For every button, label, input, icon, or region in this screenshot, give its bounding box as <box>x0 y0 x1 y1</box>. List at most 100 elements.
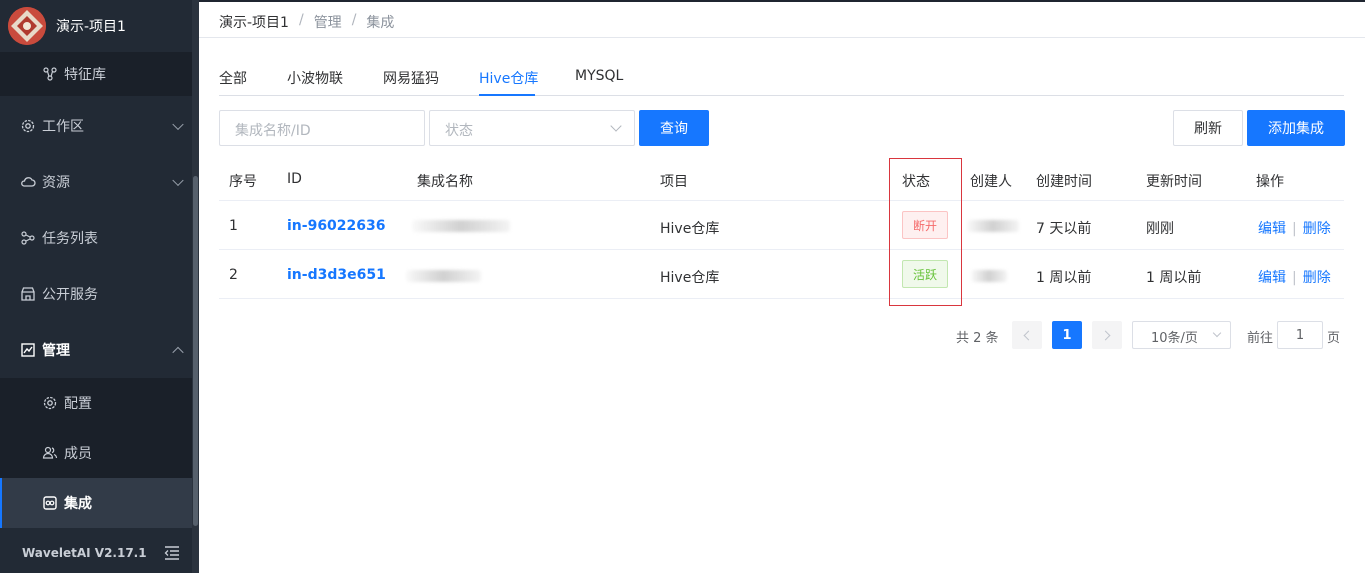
tab-netease-mammoth[interactable]: 网易猛犸 <box>383 68 439 88</box>
add-integration-button[interactable]: 添加集成 <box>1247 110 1345 146</box>
integration-id-link[interactable]: in-d3d3e651 <box>287 267 386 283</box>
refresh-button[interactable]: 刷新 <box>1173 110 1243 146</box>
breadcrumb-project[interactable]: 演示-项目1 <box>219 12 289 32</box>
blurred-creator <box>971 270 1007 282</box>
delete-link[interactable]: 删除 <box>1303 221 1331 237</box>
sidebar-item-label: 资源 <box>42 175 70 191</box>
delete-link[interactable]: 删除 <box>1303 270 1331 286</box>
query-button[interactable]: 查询 <box>639 110 709 146</box>
chevron-down-icon <box>610 120 622 132</box>
blurred-integration-name <box>412 220 510 232</box>
goto-page-input[interactable]: 1 <box>1277 321 1323 349</box>
users-icon <box>42 446 58 459</box>
column-header-actions: 操作 <box>1256 174 1284 190</box>
blurred-creator <box>967 220 1019 232</box>
sidebar-scrollbar[interactable] <box>192 0 199 573</box>
sidebar-item-workspace[interactable]: 工作区 <box>0 104 192 148</box>
breadcrumb-current: 集成 <box>366 15 395 31</box>
column-header-index: 序号 <box>229 174 257 190</box>
chevron-down-icon <box>172 174 184 187</box>
sidebar-item-label: 管理 <box>42 343 70 359</box>
breadcrumb-separator: / <box>298 12 304 28</box>
action-separator: | <box>1292 221 1297 237</box>
edit-link[interactable]: 编辑 <box>1258 221 1286 237</box>
column-header-creator: 创建人 <box>970 174 1012 190</box>
chevron-left-icon <box>1023 330 1034 340</box>
nodes-icon <box>43 67 57 81</box>
chevron-down-icon <box>1212 328 1222 338</box>
sidebar-item-integrations[interactable]: 集成 <box>0 478 192 528</box>
gear-icon <box>21 119 35 133</box>
row-updated-time: 1 周以前 <box>1146 270 1202 286</box>
blurred-integration-name <box>406 270 481 282</box>
row-project: Hive仓库 <box>660 270 720 286</box>
shop-icon <box>21 287 35 301</box>
integration-icon <box>43 496 57 510</box>
top-bar: 演示-项目1 / 管理 / 集成 <box>199 0 1365 38</box>
row-index: 1 <box>229 218 238 234</box>
row-actions: 编辑 | 删除 <box>1258 218 1331 238</box>
next-page-button[interactable] <box>1092 321 1122 349</box>
edit-link[interactable]: 编辑 <box>1258 270 1286 286</box>
chevron-down-icon <box>172 118 184 131</box>
row-created-time: 7 天以前 <box>1036 221 1092 237</box>
table-divider <box>219 298 1344 299</box>
sidebar-item-task-list[interactable]: 任务列表 <box>0 216 192 260</box>
breadcrumb-separator: / <box>351 12 357 28</box>
project-header[interactable]: 演示-项目1 <box>0 0 192 52</box>
sidebar-item-label: 工作区 <box>42 119 84 135</box>
page-suffix: 页 <box>1327 331 1341 346</box>
integration-type-tabs: 全部 小波物联 网易猛犸 Hive仓库 MYSQL <box>219 58 1344 96</box>
sidebar-item-config[interactable]: 配置 <box>0 378 192 428</box>
sidebar-item-feature-store[interactable]: 特征库 <box>0 52 192 96</box>
row-project: Hive仓库 <box>660 221 720 237</box>
project-logo <box>8 7 46 45</box>
page-number-current[interactable]: 1 <box>1052 321 1082 349</box>
prev-page-button[interactable] <box>1012 321 1042 349</box>
breadcrumb: 演示-项目1 / 管理 / 集成 <box>219 12 394 32</box>
integration-id-link[interactable]: in-96022636 <box>287 218 386 234</box>
name-search-input[interactable]: 集成名称/ID <box>219 110 425 146</box>
chevron-right-icon <box>1100 330 1111 340</box>
tab-xiaobo-iot[interactable]: 小波物联 <box>287 68 343 88</box>
sidebar-footer: WaveletAI V2.17.1 <box>0 533 192 573</box>
sidebar-scroll-thumb[interactable] <box>193 176 198 526</box>
tab-all[interactable]: 全部 <box>219 68 247 88</box>
sidebar-item-public-services[interactable]: 公开服务 <box>0 272 192 316</box>
page-size-select[interactable]: 10条/页 <box>1132 321 1231 349</box>
sidebar-item-members[interactable]: 成员 <box>0 428 192 478</box>
tab-hive-warehouse[interactable]: Hive仓库 <box>479 68 538 88</box>
gear-icon <box>43 396 57 410</box>
sidebar-item-label: 配置 <box>64 396 92 412</box>
action-separator: | <box>1292 270 1297 286</box>
column-header-id: ID <box>287 171 302 187</box>
goto-label: 前往 <box>1247 331 1274 346</box>
active-tab-indicator <box>479 94 535 96</box>
sidebar-item-label: 成员 <box>64 446 92 462</box>
row-index: 2 <box>229 267 238 283</box>
sidebar-item-label: 集成 <box>64 496 92 512</box>
row-updated-time: 刚刚 <box>1146 221 1174 237</box>
project-name: 演示-项目1 <box>56 19 126 35</box>
chart-icon <box>21 343 35 357</box>
status-select[interactable]: 状态 <box>429 110 635 146</box>
sidebar: 演示-项目1 特征库 工作区 资源 任务列表 公开服务 管理 配置 成员 集成 … <box>0 0 199 573</box>
sidebar-item-label: 任务列表 <box>42 231 98 247</box>
row-created-time: 1 周以前 <box>1036 270 1092 286</box>
column-header-updated-time: 更新时间 <box>1146 174 1202 190</box>
active-indicator <box>0 478 2 528</box>
share-icon <box>21 231 35 245</box>
column-header-name: 集成名称 <box>417 174 473 190</box>
sidebar-item-label: 特征库 <box>64 67 106 83</box>
sidebar-item-resources[interactable]: 资源 <box>0 160 192 204</box>
status-column-highlight <box>889 158 962 306</box>
breadcrumb-management[interactable]: 管理 <box>314 12 342 32</box>
sidebar-item-management[interactable]: 管理 <box>0 328 192 372</box>
status-select-placeholder: 状态 <box>445 123 473 139</box>
cloud-icon <box>21 177 36 187</box>
menu-fold-icon[interactable] <box>164 546 180 560</box>
row-actions: 编辑 | 删除 <box>1258 267 1331 287</box>
tab-mysql[interactable]: MYSQL <box>575 68 623 84</box>
page-size-value: 10条/页 <box>1151 331 1198 346</box>
version-label: WaveletAI V2.17.1 <box>22 546 147 560</box>
